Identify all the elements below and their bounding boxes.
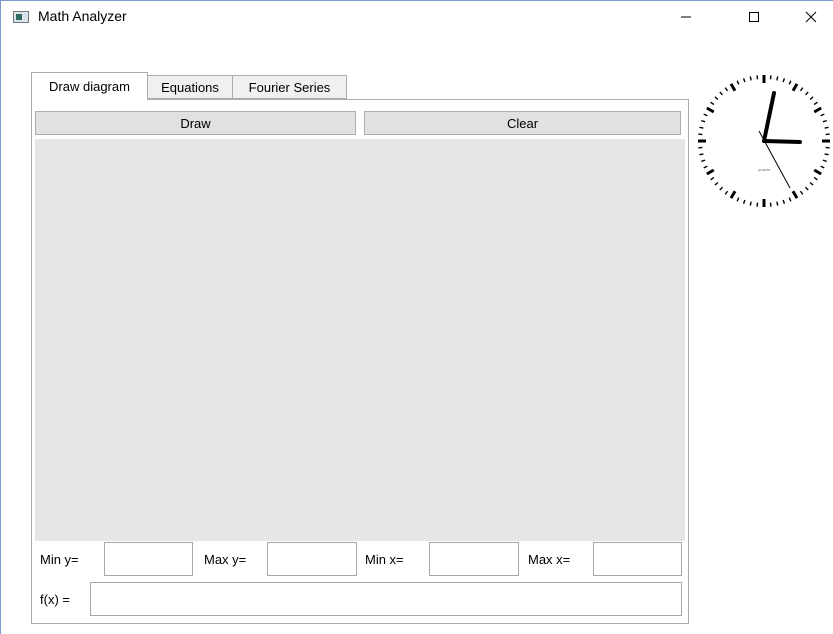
clock-tick xyxy=(706,106,715,114)
clock-tick xyxy=(782,199,786,204)
clock-tick xyxy=(822,159,827,163)
close-icon xyxy=(805,11,817,23)
window-title: Math Analyzer xyxy=(38,8,127,24)
clock-minute-hand xyxy=(762,139,802,144)
clock-tick xyxy=(820,113,825,117)
clock-tick xyxy=(776,201,779,206)
clock-tick xyxy=(791,83,799,92)
clock-tick xyxy=(742,78,746,83)
maximize-button[interactable] xyxy=(731,1,777,33)
clock-tick xyxy=(710,101,715,106)
clock-tick xyxy=(710,176,715,181)
clock-tick xyxy=(813,106,822,114)
clock-tick xyxy=(749,201,752,206)
close-button[interactable] xyxy=(788,1,833,33)
draw-button[interactable]: Draw xyxy=(35,111,356,135)
clock-tick xyxy=(701,159,706,163)
clock-tick xyxy=(701,119,706,123)
clock-tick xyxy=(736,80,740,85)
max-y-input[interactable] xyxy=(267,542,357,576)
clock-tick xyxy=(703,165,708,169)
clock-tick xyxy=(782,78,786,83)
title-bar[interactable]: Math Analyzer xyxy=(1,1,833,33)
clock-tick xyxy=(788,80,792,85)
clock-tick xyxy=(749,76,752,81)
max-x-label: Max x= xyxy=(528,552,571,567)
clock-tick xyxy=(703,113,708,117)
clock-tick xyxy=(699,126,704,129)
clock-tick xyxy=(699,153,704,156)
clock-tick xyxy=(791,190,799,199)
clock-tick xyxy=(809,181,814,186)
app-icon xyxy=(13,11,29,23)
clock-tick xyxy=(724,190,729,195)
clock-tick xyxy=(799,190,804,195)
function-input[interactable] xyxy=(90,582,682,616)
clock-tick xyxy=(736,197,740,202)
clock-tick xyxy=(719,186,724,191)
app-window: Math Analyzer Draw diagram Equations Fou… xyxy=(0,0,833,634)
minimize-button[interactable] xyxy=(663,1,709,33)
clock-tick xyxy=(714,181,719,186)
min-x-input[interactable] xyxy=(429,542,519,576)
minimize-icon xyxy=(681,16,691,18)
clock-hour-hand xyxy=(762,91,776,143)
clock-tick xyxy=(824,126,829,129)
tab-fourier-series[interactable]: Fourier Series xyxy=(232,75,347,99)
clock-tick xyxy=(822,119,827,123)
min-y-input[interactable] xyxy=(104,542,193,576)
max-y-label: Max y= xyxy=(204,552,247,567)
clock-tick xyxy=(724,87,729,92)
clock-widget: QUARTZ xyxy=(698,75,830,207)
clock-tick xyxy=(804,186,809,191)
clock-tick xyxy=(729,83,737,92)
tab-draw-diagram[interactable]: Draw diagram xyxy=(31,72,148,100)
clock-tick xyxy=(813,101,818,106)
max-x-input[interactable] xyxy=(593,542,682,576)
clock-tick xyxy=(820,165,825,169)
clock-tick xyxy=(809,96,814,101)
clear-button[interactable]: Clear xyxy=(364,111,681,135)
clock-tick xyxy=(776,76,779,81)
min-x-label: Min x= xyxy=(365,552,404,567)
clock-tick xyxy=(799,87,804,92)
clock-tick xyxy=(714,96,719,101)
tab-equations[interactable]: Equations xyxy=(147,75,233,99)
function-label: f(x) = xyxy=(40,592,70,607)
clock-face-text: QUARTZ xyxy=(758,168,770,172)
clock-tick xyxy=(706,168,715,176)
clock-tick xyxy=(813,176,818,181)
clock-tick xyxy=(719,91,724,96)
min-y-label: Min y= xyxy=(40,552,79,567)
clock-tick xyxy=(804,91,809,96)
diagram-canvas[interactable] xyxy=(35,139,685,541)
clock-tick xyxy=(788,197,792,202)
clock-tick xyxy=(729,190,737,199)
clock-tick xyxy=(824,153,829,156)
clock-tick xyxy=(813,168,822,176)
maximize-icon xyxy=(749,12,759,22)
clock-tick xyxy=(742,199,746,204)
